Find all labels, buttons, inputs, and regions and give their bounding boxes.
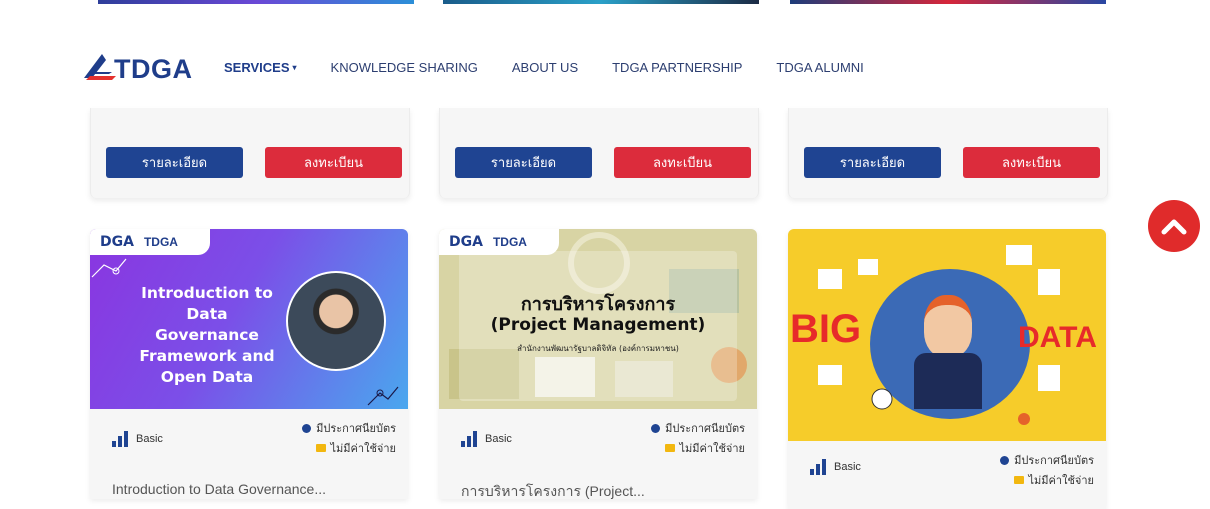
level-label: Basic xyxy=(485,433,512,445)
nav-item-services[interactable]: SERVICES ▾ xyxy=(224,60,297,75)
thumbnail-word-data: DATA xyxy=(1018,321,1097,354)
thumbnail-heading-english: (Project Management) xyxy=(490,315,706,335)
previous-row-images xyxy=(0,0,1210,4)
nav-item-tdga-alumni[interactable]: TDGA ALUMNI xyxy=(776,60,863,75)
level-bars-icon xyxy=(810,459,826,475)
register-button[interactable]: ลงทะเบียน xyxy=(614,147,751,178)
course-meta: Basic มีประกาศนียบัตร ไม่มีค่าใช้จ่าย xyxy=(788,441,1106,509)
course-card[interactable]: DGA TDGA การบริหารโครงการ (Project Manag… xyxy=(439,229,757,499)
main-navbar: TDGA SERVICES ▾ KNOWLEDGE SHARING ABOUT U… xyxy=(0,40,1210,100)
chevron-up-icon xyxy=(1161,219,1187,235)
decorative-line-icon xyxy=(367,386,399,406)
nav-item-about-us[interactable]: ABOUT US xyxy=(512,60,578,75)
register-button[interactable]: ลงทะเบียน xyxy=(963,147,1100,178)
free-tag-icon xyxy=(664,444,675,452)
details-button[interactable]: รายละเอียด xyxy=(455,147,592,178)
nav-menu: SERVICES ▾ KNOWLEDGE SHARING ABOUT US TDG… xyxy=(224,60,898,75)
details-button[interactable]: รายละเอียด xyxy=(106,147,243,178)
course-card-footer: รายละเอียด ลงทะเบียน xyxy=(788,108,1108,198)
course-thumbnail[interactable]: BIG DATA xyxy=(788,229,1106,441)
thumbnail-heading-thai: การบริหารโครงการ xyxy=(520,294,676,315)
thumbnail-word-big: BIG xyxy=(790,307,862,351)
decorative-line-icon xyxy=(91,258,127,278)
course-level: Basic xyxy=(461,431,512,447)
free-tag-icon xyxy=(1013,476,1024,484)
certificate-dot-icon xyxy=(302,423,312,433)
details-button[interactable]: รายละเอียด xyxy=(804,147,941,178)
course-level: Basic xyxy=(112,431,163,447)
level-label: Basic xyxy=(136,433,163,445)
certificate-label: มีประกาศนียบัตร xyxy=(1014,454,1094,467)
price-label: ไม่มีค่าใช้จ่าย xyxy=(679,442,745,455)
speaker-photo xyxy=(286,271,386,371)
chevron-down-icon: ▾ xyxy=(292,63,297,72)
certificate-label: มีประกาศนียบัตร xyxy=(665,422,745,435)
scroll-to-top-button[interactable] xyxy=(1148,200,1200,252)
level-bars-icon xyxy=(112,431,128,447)
thumbnail-heading: Introduction to Data Governance Framewor… xyxy=(139,284,275,386)
certificate-label: มีประกาศนียบัตร xyxy=(316,422,396,435)
price-badge: ไม่มีค่าใช้จ่าย xyxy=(315,439,396,457)
level-bars-icon xyxy=(461,431,477,447)
price-badge: ไม่มีค่าใช้จ่าย xyxy=(664,439,745,457)
thumbnail-brand-bar: DGA TDGA xyxy=(439,229,559,255)
tdga-logo-small: TDGA xyxy=(492,235,527,249)
nav-item-tdga-partnership[interactable]: TDGA PARTNERSHIP xyxy=(612,60,742,75)
course-thumbnail[interactable]: DGA TDGA การบริหารโครงการ (Project Manag… xyxy=(439,229,757,409)
free-tag-icon xyxy=(315,444,326,452)
thumbnail-subheading: สำนักงานพัฒนารัฐบาลดิจิทัล (องค์การมหาชน… xyxy=(517,344,679,353)
tdga-logo-small: TDGA xyxy=(143,235,178,249)
course-title[interactable]: การบริหารโครงการ (Project... xyxy=(461,481,645,499)
price-label: ไม่มีค่าใช้จ่าย xyxy=(330,442,396,455)
course-card[interactable]: BIG DATA Basic มีประกาศนียบัตร ไม่มีค่าใ… xyxy=(788,229,1106,509)
certificate-dot-icon xyxy=(651,423,661,433)
price-label: ไม่มีค่าใช้จ่าย xyxy=(1028,474,1094,487)
course-card-footer: รายละเอียด ลงทะเบียน xyxy=(90,108,410,198)
logo-text: TDGA xyxy=(114,54,193,84)
person-head xyxy=(924,295,972,357)
dga-logo: DGA xyxy=(100,234,134,250)
course-thumbnail[interactable]: DGA TDGA Introduction to Data Governance… xyxy=(90,229,408,409)
dga-logo: DGA xyxy=(449,234,483,250)
level-label: Basic xyxy=(834,461,861,473)
certificate-badge: มีประกาศนียบัตร xyxy=(302,419,396,437)
person-body xyxy=(914,353,982,409)
course-title[interactable]: Introduction to Data Governance... xyxy=(112,481,326,497)
thumbnail-brand-bar: DGA TDGA xyxy=(90,229,210,255)
register-button[interactable]: ลงทะเบียน xyxy=(265,147,402,178)
course-level: Basic xyxy=(810,459,861,475)
course-card-footer: รายละเอียด ลงทะเบียน xyxy=(439,108,759,198)
certificate-dot-icon xyxy=(1000,455,1010,465)
course-card[interactable]: DGA TDGA Introduction to Data Governance… xyxy=(90,229,408,499)
tdga-logo[interactable]: TDGA xyxy=(82,50,192,86)
nav-item-services-label: SERVICES xyxy=(224,60,290,75)
certificate-badge: มีประกาศนียบัตร xyxy=(651,419,745,437)
price-badge: ไม่มีค่าใช้จ่าย xyxy=(1013,471,1094,489)
certificate-badge: มีประกาศนียบัตร xyxy=(1000,451,1094,469)
nav-item-knowledge-sharing[interactable]: KNOWLEDGE SHARING xyxy=(331,60,478,75)
